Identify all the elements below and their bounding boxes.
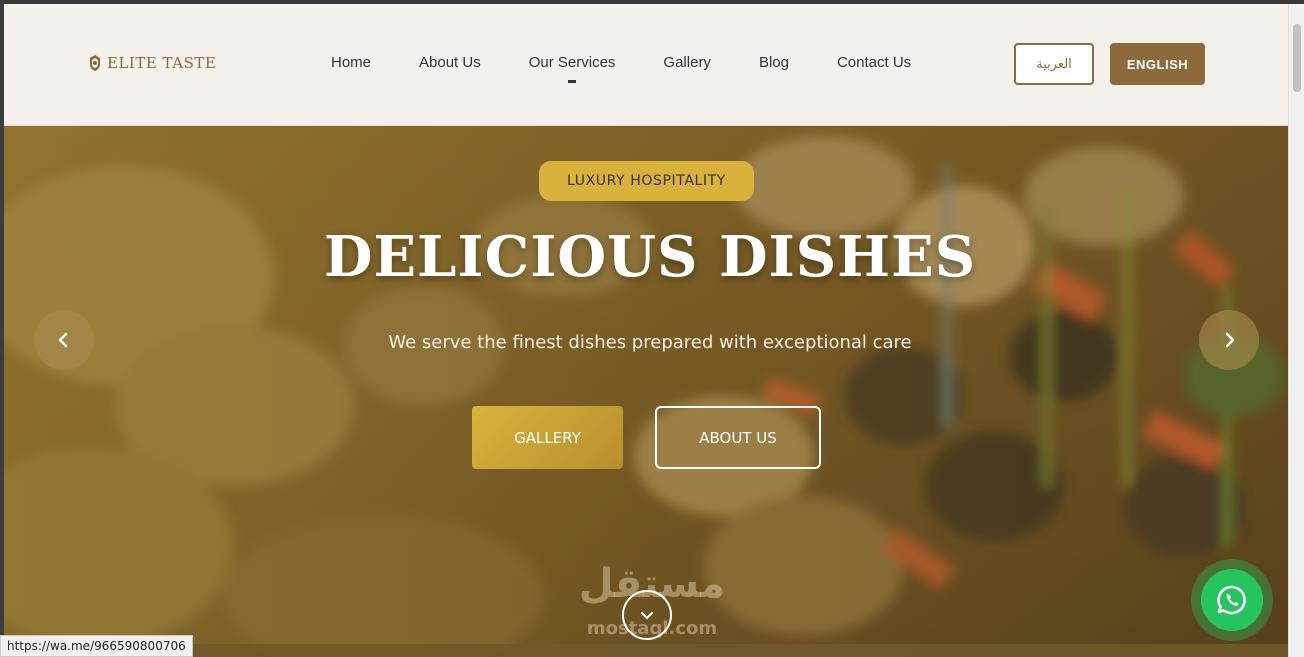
slider-next-button[interactable]: [1199, 310, 1259, 370]
whatsapp-chat-button[interactable]: [1191, 559, 1273, 641]
language-arabic-button[interactable]: العربية: [1014, 43, 1094, 85]
chevron-down-icon: [641, 612, 653, 619]
logo-text: ELITE TASTE: [107, 54, 217, 72]
logo-crest-icon: [90, 55, 100, 71]
hero-title: DELICIOUS DISHES: [323, 224, 977, 290]
slider-prev-button[interactable]: [34, 310, 94, 370]
hero-slider: LUXURY HOSPITALITY DELICIOUS DISHES We s…: [4, 126, 1288, 657]
hero-bottom-strip: [4, 644, 1288, 657]
gallery-button[interactable]: GALLERY: [472, 406, 623, 469]
hero-badge: LUXURY HOSPITALITY: [539, 161, 754, 201]
hero-overlay: [4, 126, 1288, 657]
scrollbar-thumb[interactable]: [1293, 24, 1301, 92]
whatsapp-button-inner: [1201, 569, 1263, 631]
main-nav: Home About Us Our Services Gallery Blog …: [331, 54, 959, 83]
whatsapp-icon: [1217, 585, 1246, 615]
nav-contact-us[interactable]: Contact Us: [837, 54, 911, 71]
nav-gallery[interactable]: Gallery: [663, 54, 711, 71]
logo[interactable]: ELITE TASTE: [88, 54, 216, 72]
language-english-button[interactable]: ENGLISH: [1110, 43, 1205, 85]
hero-subtitle: We serve the finest dishes prepared with…: [388, 332, 912, 353]
nav-our-services[interactable]: Our Services: [528, 54, 616, 83]
chevron-right-icon: [1225, 332, 1235, 348]
page-scrollbar[interactable]: [1288, 4, 1304, 657]
chevron-left-icon: [58, 332, 68, 348]
scroll-down-button[interactable]: [622, 590, 672, 640]
about-us-button[interactable]: ABOUT US: [655, 406, 821, 469]
page: ELITE TASTE Home About Us Our Services G…: [4, 4, 1288, 657]
nav-blog[interactable]: Blog: [759, 54, 789, 71]
nav-home[interactable]: Home: [331, 54, 371, 71]
dropdown-marker-icon: [568, 80, 577, 83]
status-bar-url: https://wa.me/966590800706: [0, 635, 193, 657]
nav-about-us[interactable]: About Us: [419, 54, 481, 71]
nav-our-services-label: Our Services: [528, 54, 616, 71]
site-header: ELITE TASTE Home About Us Our Services G…: [4, 4, 1288, 126]
